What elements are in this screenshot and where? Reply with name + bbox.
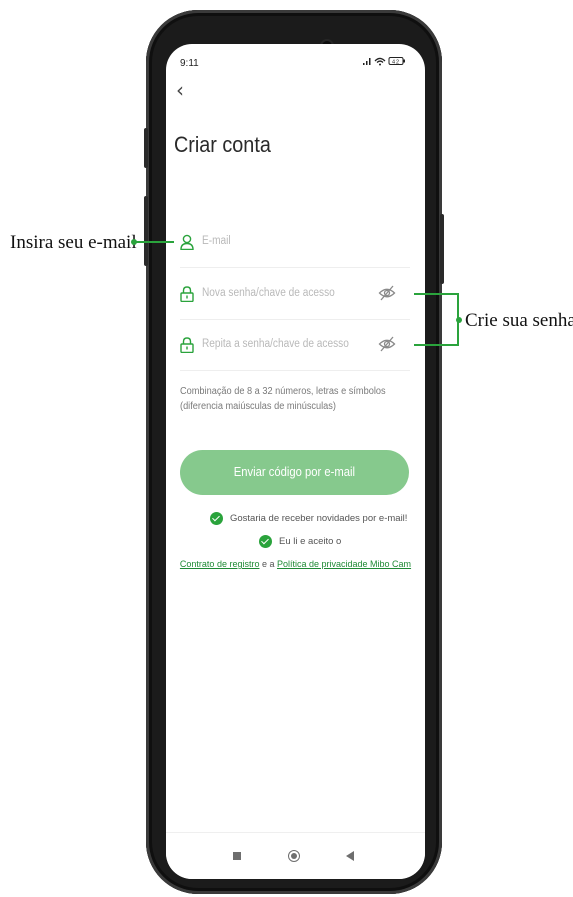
system-nav-bar xyxy=(166,832,425,879)
and-text: e a xyxy=(259,559,277,569)
page-title: Criar conta xyxy=(174,132,271,157)
checkmark-icon[interactable] xyxy=(210,512,223,525)
signal-wifi-battery-icon: 42 xyxy=(363,57,405,66)
accept-row[interactable]: Eu li e aceito o xyxy=(259,535,341,548)
person-icon xyxy=(180,234,194,250)
phone-side-button xyxy=(440,214,444,284)
phone-side-button xyxy=(144,128,148,168)
terms-links: Contrato de registro e a Política de pri… xyxy=(166,559,425,569)
password-callout-label: Crie sua senha xyxy=(465,310,573,331)
callout-line xyxy=(136,241,174,243)
new-password-placeholder: Nova senha/chave de acesso xyxy=(202,287,335,299)
send-code-button[interactable]: Enviar código por e-mail xyxy=(180,450,409,495)
password-hint: Combinação de 8 a 32 números, letras e s… xyxy=(180,386,386,412)
lock-icon xyxy=(180,337,194,353)
checkmark-icon[interactable] xyxy=(259,535,272,548)
callout-line xyxy=(414,344,458,346)
new-password-field[interactable]: Nova senha/chave de acesso xyxy=(180,269,410,320)
privacy-policy-link[interactable]: Política de privacidade Mibo Cam xyxy=(277,559,411,569)
back-arrow-icon[interactable]: ‹ xyxy=(176,78,184,102)
status-time: 9:11 xyxy=(180,58,199,69)
eye-hidden-icon[interactable] xyxy=(378,284,396,302)
phone-side-button xyxy=(144,196,148,266)
svg-text:42: 42 xyxy=(392,60,400,66)
newsletter-label: Gostaria de receber novidades por e-mail… xyxy=(230,513,408,525)
newsletter-row[interactable]: Gostaria de receber novidades por e-mail… xyxy=(210,512,407,525)
callout-line xyxy=(414,293,458,295)
send-code-label: Enviar código por e-mail xyxy=(233,465,356,479)
contract-link[interactable]: Contrato de registro xyxy=(180,559,260,569)
callout-dot xyxy=(456,317,462,323)
repeat-password-placeholder: Repita a senha/chave de acesso xyxy=(202,338,349,350)
recents-icon[interactable] xyxy=(233,852,241,860)
eye-hidden-icon[interactable] xyxy=(378,335,396,353)
repeat-password-field[interactable]: Repita a senha/chave de acesso xyxy=(180,320,410,371)
back-nav-icon[interactable] xyxy=(346,851,355,861)
home-icon[interactable] xyxy=(288,850,300,862)
email-placeholder: E-mail xyxy=(202,235,231,247)
lock-icon xyxy=(180,286,194,302)
email-field[interactable]: E-mail xyxy=(180,217,410,268)
accept-label: Eu li e aceito o xyxy=(279,536,342,548)
email-callout-label: Insira seu e-mail xyxy=(10,232,137,253)
status-icons: 42 xyxy=(363,56,407,69)
app-screen: 9:11 42 ‹ Criar conta E-mail Nova senha/… xyxy=(166,44,425,879)
